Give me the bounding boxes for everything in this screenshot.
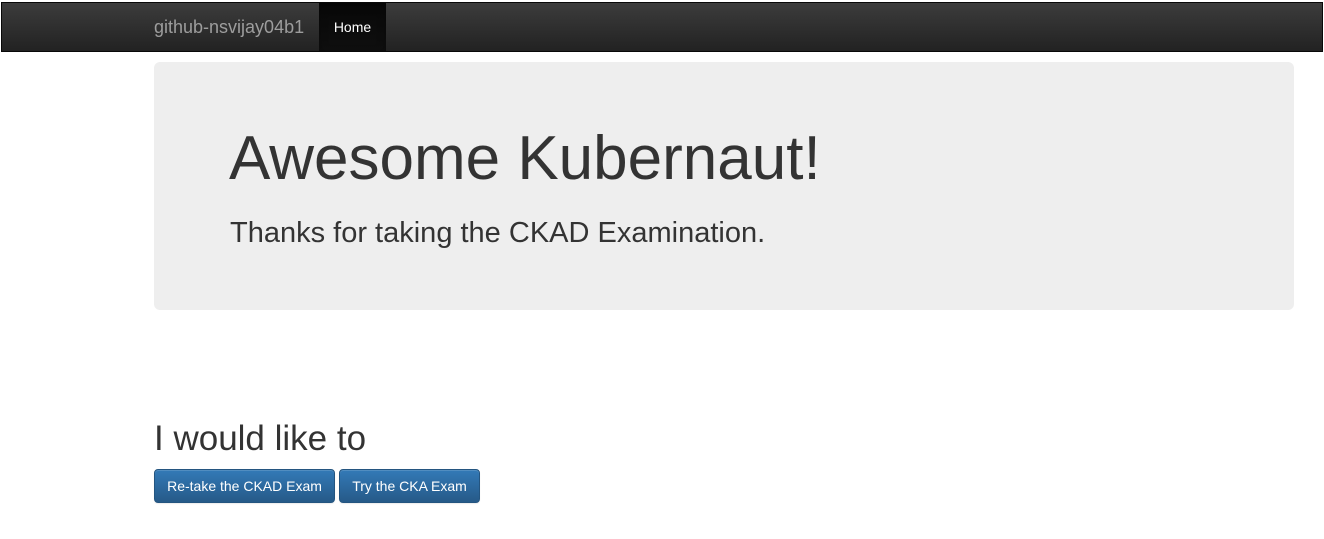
try-cka-exam-button[interactable]: Try the CKA Exam bbox=[339, 469, 480, 503]
jumbotron: Awesome Kubernaut! Thanks for taking the… bbox=[154, 62, 1294, 310]
top-navbar: github-nsvijay04b1 Home bbox=[1, 2, 1323, 52]
page-title: Awesome Kubernaut! bbox=[229, 124, 821, 193]
navbar-brand-link[interactable]: github-nsvijay04b1 bbox=[154, 3, 304, 51]
actions-heading: I would like to bbox=[154, 419, 367, 458]
retake-ckad-exam-button[interactable]: Re-take the CKAD Exam bbox=[154, 469, 335, 503]
nav-item-home[interactable]: Home bbox=[319, 3, 386, 51]
lead-text: Thanks for taking the CKAD Examination. bbox=[230, 217, 766, 249]
